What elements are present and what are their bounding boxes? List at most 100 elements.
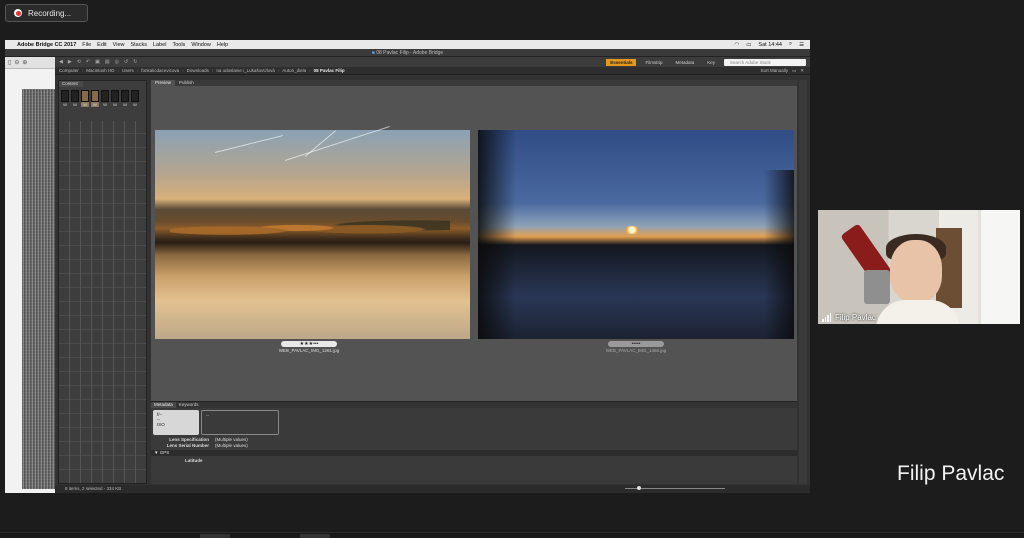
list-item[interactable]: W [101, 90, 109, 107]
exif-details: -- [201, 410, 279, 435]
list-item[interactable]: W [81, 90, 89, 107]
menubar-clock[interactable]: Sat 14:44 [758, 42, 782, 48]
battery-icon[interactable]: ▭ [746, 42, 751, 48]
menu-label[interactable]: Label [153, 42, 166, 48]
vertical-scrollbar[interactable] [799, 80, 807, 484]
rating-stars[interactable]: ••••• [608, 341, 664, 347]
camera-icon[interactable]: ▣ [95, 59, 100, 65]
open-camera-raw-icon[interactable]: ◎ [115, 59, 119, 65]
metadata-key: Lens Specification [169, 437, 209, 442]
tree-silhouette-left [478, 130, 516, 339]
exif-summary: f/-- -- ISO [153, 410, 199, 435]
list-item[interactable]: W [121, 90, 129, 107]
menu-window[interactable]: Window [191, 42, 211, 48]
background-toolbar: ▯ ⊖ ⊕ [5, 57, 55, 69]
room-window [978, 210, 1020, 324]
latitude-label: Latitude [185, 458, 203, 463]
new-folder-icon[interactable]: ▭ [792, 68, 796, 74]
breadcrumb-user[interactable]: fonkalicdacevicova [141, 68, 179, 73]
metadata-panel: Metadata Keywords f/-- -- ISO -- Lens Sp… [151, 401, 797, 484]
breadcrumb-users[interactable]: Users [122, 68, 134, 73]
list-item[interactable]: W [131, 90, 139, 107]
tab-metadata[interactable]: Metadata [151, 402, 176, 408]
notification-icon[interactable]: ☰ [799, 42, 804, 48]
menu-file[interactable]: File [82, 42, 91, 48]
zoom-in-icon[interactable]: ⊕ [22, 59, 27, 66]
menu-edit[interactable]: Edit [97, 42, 106, 48]
preview-image-sunset-lake[interactable] [478, 130, 794, 339]
menubar-app-name[interactable]: Adobe Bridge CC 2017 [17, 42, 76, 48]
metadata-key: Lens Serial Number [166, 443, 209, 448]
bottom-strip [0, 532, 1024, 538]
stock-search-input[interactable]: Search Adobe Stock [724, 58, 806, 66]
workspace-key[interactable]: Key [703, 59, 719, 66]
rotate-right-icon[interactable]: ↻ [133, 59, 137, 65]
preview-panel: Preview Publish ★★★••• ••••• WEB_PAVLAC_… [151, 80, 797, 484]
window-titlebar: ■ 08 Pavlac Filip - Adobe Bridge [5, 49, 810, 57]
menu-stacks[interactable]: Stacks [130, 42, 147, 48]
menubar-status: ◠ ▭ Sat 14:44 ⌕ ☰ [734, 41, 804, 48]
sidebar-toggle-icon[interactable]: ▯ [8, 59, 11, 66]
bridge-toolbar: ◀ ▶ ⟲ ↶ ▣ ▤ ◎ ↺ ↻ Essentials Filmstrip M… [55, 57, 810, 67]
window-title: 08 Pavlac Filip - Adobe Bridge [376, 50, 444, 56]
menu-help[interactable]: Help [217, 42, 228, 48]
participant-name-tag: Filip Pavlac [822, 313, 876, 322]
filename-label: WEB_PAVLAC_IMG_1261.jpg [278, 348, 340, 353]
delete-icon[interactable]: ✕ [800, 68, 804, 74]
shared-screen: Adobe Bridge CC 2017 File Edit View Stac… [5, 40, 810, 493]
wifi-icon[interactable]: ◠ [734, 42, 739, 48]
gps-section-header[interactable]: ▼ GPS [151, 450, 797, 456]
path-row-controls: Sort Manually ▭ ✕ [760, 68, 810, 74]
tab-publish[interactable]: Publish [175, 80, 198, 86]
filename-label: WEB_PAVLAC_IMG_1456.jpg [605, 348, 667, 353]
workspace-essentials[interactable]: Essentials [606, 58, 637, 66]
breadcrumb-autori[interactable]: Autori_diela [282, 68, 306, 73]
list-item[interactable]: W [111, 90, 119, 107]
tree-silhouette-right [764, 170, 794, 339]
recording-indicator[interactable]: Recording... [5, 4, 88, 22]
list-item[interactable]: W [91, 90, 99, 107]
refine-icon[interactable]: ▤ [105, 59, 110, 65]
autumn-trees [170, 215, 450, 241]
workspace-filmstrip[interactable]: Filmstrip [641, 59, 666, 66]
metadata-row: Lens Serial Number (Multiple values) [161, 443, 248, 448]
preview-image-autumn-lake[interactable] [155, 126, 470, 339]
spotlight-icon[interactable]: ⌕ [789, 41, 792, 48]
sort-dropdown[interactable]: Sort Manually [760, 68, 788, 74]
breadcrumb-downloads[interactable]: Downloads [187, 68, 209, 73]
tab-preview[interactable]: Preview [151, 80, 176, 86]
recent-icon[interactable]: ⟲ [77, 59, 81, 65]
recording-label: Recording... [28, 8, 72, 18]
exif-extra: -- [206, 413, 209, 418]
breadcrumb-computer[interactable]: Computer [59, 68, 79, 73]
return-icon[interactable]: ↶ [86, 59, 90, 65]
rating-stars[interactable]: ★★★••• [281, 341, 337, 347]
forward-icon[interactable]: ▶ [68, 59, 72, 65]
gps-label: GPS [159, 450, 170, 455]
participant-face [890, 240, 942, 302]
folder-icon: ■ [371, 50, 375, 56]
bridge-window: ◀ ▶ ⟲ ↶ ▣ ▤ ◎ ↺ ↻ Essentials Filmstrip M… [55, 57, 810, 493]
mac-menubar: Adobe Bridge CC 2017 File Edit View Stac… [5, 40, 810, 49]
breadcrumb-odoslanie[interactable]: na odoslanie i_LukašovÚlová [216, 68, 275, 73]
breadcrumb-current[interactable]: 08 Pavlac Filip [314, 68, 345, 73]
thumbnail-size-slider[interactable] [625, 486, 725, 490]
zoom-meeting-view: Recording... Adobe Bridge CC 2017 File E… [0, 0, 1024, 538]
zoom-out-icon[interactable]: ⊖ [14, 59, 19, 66]
menu-view[interactable]: View [113, 42, 125, 48]
background-window: ▯ ⊖ ⊕ [5, 57, 55, 493]
menu-tools[interactable]: Tools [172, 42, 185, 48]
record-icon [14, 9, 22, 17]
background-image-preview [22, 89, 55, 489]
workspace-metadata[interactable]: Metadata [671, 59, 698, 66]
metadata-value: (Multiple values) [215, 443, 248, 448]
webcam-tile[interactable]: Filip Pavlac [818, 210, 1020, 324]
back-icon[interactable]: ◀ [59, 59, 63, 65]
signal-bars-icon [822, 313, 831, 322]
breadcrumb-macintosh-hd[interactable]: Macintosh HD [86, 68, 114, 73]
list-item[interactable]: W [61, 90, 69, 107]
preview-tabs: Preview Publish [151, 80, 797, 86]
rotate-left-icon[interactable]: ↺ [124, 59, 128, 65]
list-item[interactable]: W [71, 90, 79, 107]
tab-keywords[interactable]: Keywords [176, 402, 202, 408]
